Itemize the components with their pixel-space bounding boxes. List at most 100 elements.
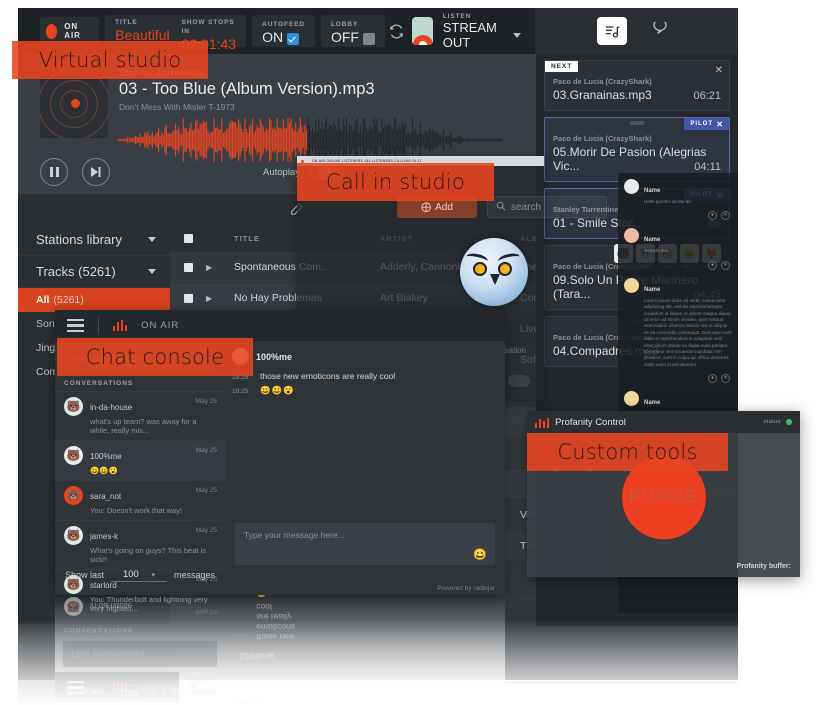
autofeed-checkbox[interactable] — [287, 33, 300, 45]
header-right-tools — [534, 8, 738, 54]
row-checkbox[interactable] — [170, 293, 206, 303]
status-label: status — [763, 419, 781, 425]
active-thread-pane: 100%me 18:25 those new emoticons are real… — [225, 341, 505, 595]
refresh-icon[interactable] — [385, 16, 408, 46]
hamburger-menu-icon[interactable] — [67, 319, 84, 332]
show-last-value: 100 — [122, 568, 139, 580]
search-placeholder: search — [511, 201, 542, 213]
stations-library-label: Stations library — [36, 232, 122, 247]
playlist-artist: Paco de Lucia (CrazyShark) — [553, 77, 652, 86]
sidebar-item-stations-library[interactable]: Stations library — [18, 224, 170, 256]
message-placeholder: Type your message here... — [244, 530, 345, 540]
conversation-name: in-da-house — [90, 403, 133, 412]
conversation-name: 100%me — [90, 452, 122, 461]
lobby-checkbox[interactable] — [362, 33, 375, 45]
close-icon[interactable]: ✕ — [715, 65, 723, 76]
title-label: TITLE — [115, 19, 138, 26]
chat-bubble-icon[interactable] — [645, 16, 675, 46]
conversation-item[interactable]: 🐻 sara_not You: Doesn't work that way! May … — [55, 480, 225, 520]
chat-on-air-label: ON AIR — [141, 320, 180, 331]
listen-value: STREAM OUT — [442, 19, 497, 50]
album-art — [40, 70, 108, 138]
autofeed-block[interactable]: AUTOFEED ON — [252, 15, 315, 47]
sidebar-item-tracks[interactable]: Tracks (5261) — [18, 256, 170, 288]
callout-chat-console: Chat console — [57, 338, 253, 376]
row-checkbox[interactable] — [170, 262, 206, 272]
lobby-block[interactable]: LOBBY OFF — [320, 15, 385, 47]
active-thread-header: 100%me — [225, 341, 505, 369]
playlist-duration: 04:11 — [694, 161, 721, 173]
conversation-date: May 25 — [195, 398, 217, 405]
message-author: Name — [644, 237, 661, 244]
show-stops-label: SHOW STOPS IN — [181, 19, 235, 35]
chevron-down-icon[interactable] — [148, 237, 156, 242]
volume-slider[interactable] — [508, 375, 530, 387]
message-body: those new emoticons are really cool — [260, 371, 396, 381]
conversation-preview: 😀😀😮 — [90, 466, 119, 475]
show-last-select[interactable]: 100 ▾ — [110, 568, 167, 582]
avatar — [624, 179, 639, 194]
microphone-icon[interactable]: ● — [708, 374, 717, 384]
plus-icon: ⨁ — [421, 201, 432, 213]
listen-label: LISTEN — [442, 12, 472, 20]
autoplay-label: Autoplay — [263, 167, 300, 178]
search-input[interactable]: search — [487, 196, 607, 218]
now-playing-album: Don't Mess With Mister T-1973 — [119, 102, 235, 112]
close-icon[interactable]: ✕ — [721, 374, 730, 384]
sidebar-filter-all[interactable]: All (5261) — [18, 288, 170, 312]
microphone-icon[interactable]: ● — [708, 211, 717, 221]
chevron-down-icon: ▾ — [151, 571, 155, 579]
profanity-status: status — [763, 419, 792, 425]
close-icon[interactable]: ✕ — [721, 211, 730, 221]
message-text: Sample text — [644, 248, 669, 254]
filter-label: All — [36, 294, 50, 306]
message-text: Hello put this on the air — [644, 199, 691, 204]
smiley-icon[interactable]: 😀 — [473, 548, 487, 561]
drag-handle[interactable] — [630, 121, 644, 125]
message-input[interactable]: Type your message here... 😀 — [235, 523, 495, 565]
on-air-dot-icon — [46, 23, 58, 39]
conversation-item[interactable]: 🐻 100%me 😀😀😮 May 25 — [55, 440, 225, 480]
avatar: 🐻 — [64, 486, 83, 505]
playlist-icon[interactable] — [597, 17, 628, 45]
listen-selector[interactable]: LISTEN STREAM OUT — [408, 8, 534, 54]
conversation-date: May 25 — [195, 527, 217, 534]
close-icon[interactable]: ✕ — [721, 260, 730, 270]
callout-custom-tools: Custom tools — [527, 433, 728, 471]
owl-avatar-icon — [460, 238, 528, 306]
chevron-down-icon[interactable] — [148, 269, 156, 274]
select-all-checkbox[interactable] — [170, 233, 206, 243]
conversation-date: May 25 — [195, 487, 217, 494]
microphone-icon[interactable]: ● — [708, 260, 717, 270]
message-author: Name — [644, 400, 661, 407]
pause-icon[interactable] — [40, 158, 68, 186]
next-badge: NEXT — [545, 61, 579, 72]
conversation-item[interactable]: 🐻 in-da-house what's up team? was away for… — [55, 391, 225, 440]
play-icon[interactable]: ▶ — [206, 263, 234, 272]
title-cell: TITLE Beautiful — [115, 18, 169, 43]
chat-console-toolbar: ON AIR — [55, 310, 505, 341]
autofeed-value: ON — [262, 29, 284, 45]
pilot-badge: PILOT✕ — [684, 118, 729, 130]
playlist-duration: 06:21 — [693, 90, 721, 102]
message-time: 18:25 — [232, 388, 249, 395]
playlist-item[interactable]: NEXT ✕ Paco de Lucia (CrazyShark) 03.Granai… — [544, 60, 730, 111]
powered-by-label: Powered by radiojar — [437, 585, 495, 592]
equalizer-icon — [113, 320, 128, 331]
conversation-preview: You: Thunderbolt and lightning very very… — [90, 595, 208, 613]
filter-count: (5261) — [53, 294, 84, 306]
conversations-pane: Filter conversations CONVERSATIONS 🐻in-d… — [55, 341, 225, 613]
chevron-down-icon[interactable] — [512, 32, 521, 38]
message-author: Name — [644, 286, 661, 293]
play-icon[interactable]: ▶ — [206, 294, 234, 303]
avatar: 🐻 — [64, 397, 83, 416]
listener-message: Name Lorem ipsum dolor sit amet, consecte… — [624, 277, 732, 368]
add-label: Add — [435, 201, 453, 213]
radiojar-logo-icon — [412, 17, 433, 45]
conversation-preview: what's up team? was away for a while, re… — [90, 417, 197, 435]
next-track-icon[interactable] — [82, 158, 110, 186]
vinyl-center-icon — [71, 99, 80, 108]
message-text: Lorem ipsum dolor sit amet, consectetur … — [644, 297, 732, 367]
close-icon[interactable]: ✕ — [716, 120, 724, 129]
avatar — [624, 277, 639, 293]
